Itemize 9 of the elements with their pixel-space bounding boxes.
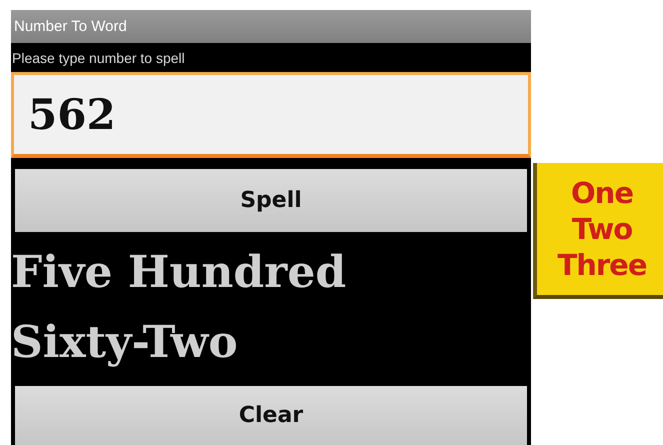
clear-button[interactable]: Clear [15, 386, 527, 445]
logo-text: Two [572, 211, 632, 247]
number-field[interactable]: 562 [11, 72, 531, 158]
window-title: Number To Word [11, 10, 531, 44]
prompt-label: Please type number to spell [11, 48, 186, 68]
spell-button[interactable]: Spell [15, 168, 527, 232]
logo-text: One [571, 175, 633, 211]
result-text: Five Hundred Sixty-Two [11, 246, 348, 370]
logo-text: Three [557, 247, 647, 283]
